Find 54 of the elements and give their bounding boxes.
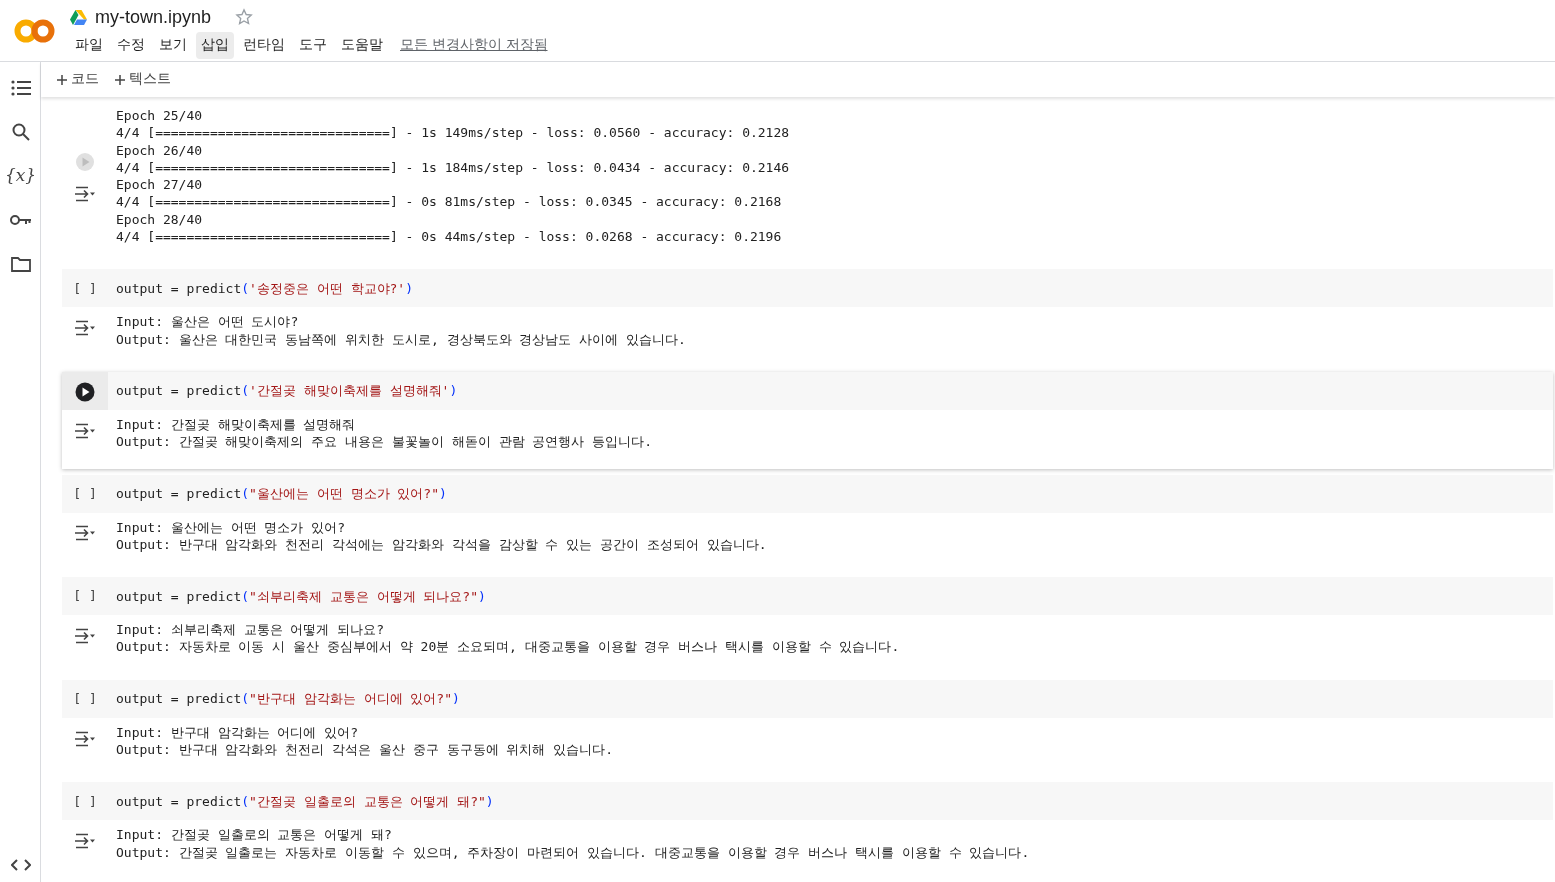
output-line: Output: 반구대 암각화와 천전리 각석에는 암각화와 각석을 감상할 수 있는 공간이 조성되어 있습니다. (116, 535, 767, 554)
output-line: Input: 반구대 암각화는 어디에 있어? (116, 723, 360, 742)
code-cell[interactable]: output = predict('간절곶 해맞이축제를 설명해줘') (62, 371, 1553, 410)
star-icon[interactable] (235, 8, 254, 27)
notebook-title[interactable]: my-town.ipynb (95, 3, 212, 31)
execution-count: [ ] (73, 484, 97, 503)
plus-icon (57, 74, 67, 85)
output-line: 4/4 [==============================] - 0s 44ms/step - loss: 0.0268 - accuracy: 0.2196 (116, 228, 783, 246)
code-line: output = predict('송정중은 어떤 학교야?') (115, 279, 414, 297)
menu-item[interactable]: 도구 (294, 32, 332, 59)
execution-count: [ ] (73, 279, 97, 298)
execution-count: [ ] (73, 587, 97, 606)
code-cell[interactable]: [ ] output = predict("반구대 암각화는 어디에 있어?") (62, 679, 1553, 718)
output-line: 4/4 [==============================] - 0s 81ms/step - loss: 0.0345 - accuracy: 0.2168 (116, 193, 783, 211)
drive-icon (70, 9, 87, 25)
logo-icon (14, 17, 56, 44)
add-cell-button[interactable]: 코드 (49, 67, 107, 92)
execution-count: [ ] (73, 792, 97, 811)
save-status-link[interactable]: 모든 변경사항이 저장됨 (400, 35, 548, 56)
code-cell[interactable]: [ ] output = predict('송정중은 어떤 학교야?') (62, 269, 1553, 308)
code-line: output = predict('간절곶 해맞이축제를 설명해줘') (115, 382, 458, 400)
output-line: Input: 울산은 어떤 도시야? (116, 313, 300, 331)
output-line: Input: 간절곶 해맞이축제를 설명해줘 (116, 415, 357, 434)
output-line: Output: 반구대 암각화와 천전리 각석은 울산 중구 동구동에 위치해 있습니다. (116, 741, 614, 759)
code-line: output = predict("울산에는 어떤 명소가 있어?") (115, 484, 447, 503)
output-line: Output: 간절곶 해맞이축제의 주요 내용은 불꽃놀이 해돋이 관람 공연행사 등입니다. (116, 433, 653, 451)
code-cell[interactable]: [ ] output = predict("간절곶 일출로의 교통은 어떻게 돼?") (62, 782, 1553, 821)
output-line: Epoch 25/40 (116, 107, 204, 125)
plus-icon (115, 74, 125, 85)
output-line: Epoch 28/40 (116, 210, 204, 229)
variables-button[interactable]: {x} (0, 154, 41, 198)
menu-item[interactable]: 수정 (112, 32, 150, 59)
output-line: Output: 울산은 대한민국 동남쪽에 위치한 도시로, 경상북도와 경상남도 사이에 있습니다. (116, 330, 686, 348)
menu-item[interactable]: 런타임 (238, 32, 290, 59)
output-line: Input: 간절곶 일출로의 교통은 어떻게 돼? (116, 826, 393, 844)
output-line: Output: 간절곶 일출로는 자동차로 이동할 수 있으며, 주차장이 마련되어 있습니다. 대중교통을 이용할 경우 버스나 택시를 이용할 수 있습니다. (116, 843, 1030, 861)
menu-item[interactable]: 삽입 (196, 32, 234, 59)
output-line: Output: 자동차로 이동 시 울산 중심부에서 약 20분 소요되며, 대중교통을 이용할 경우 버스나 택시를 이용할 수 있습니다. (116, 638, 900, 656)
code-line: output = predict("간절곶 일출로의 교통은 어떻게 돼?") (115, 792, 494, 810)
menu-item[interactable]: 파일 (70, 32, 108, 59)
code-line: output = predict("반구대 암각화는 어디에 있어?") (115, 690, 460, 708)
output-line: 4/4 [==============================] - 1s 184ms/step - loss: 0.0434 - accuracy: 0.2146 (116, 158, 790, 177)
output-line: Epoch 27/40 (116, 176, 204, 194)
output-line: Input: 울산에는 어떤 명소가 있어? (116, 518, 347, 536)
output-line: 4/4 [==============================] - 1s 149ms/step - loss: 0.0560 - accuracy: 0.2128 (116, 124, 790, 142)
code-cell[interactable]: [ ] output = predict("쇠부리축제 교통은 어떻게 되나요?") (62, 577, 1553, 616)
menu-item[interactable]: 보기 (154, 32, 192, 59)
output-line: Input: 쇠부리축제 교통은 어떻게 되나요? (116, 621, 386, 639)
output-line: Epoch 26/40 (116, 141, 204, 159)
menu-item[interactable]: 도움말 (336, 32, 388, 59)
execution-count: [ ] (73, 690, 97, 708)
code-cell[interactable]: [ ] output = predict("울산에는 어떤 명소가 있어?") (62, 474, 1553, 513)
add-cell-button[interactable]: 텍스트 (107, 67, 179, 92)
code-line: output = predict("쇠부리축제 교통은 어떻게 되나요?") (115, 587, 486, 605)
